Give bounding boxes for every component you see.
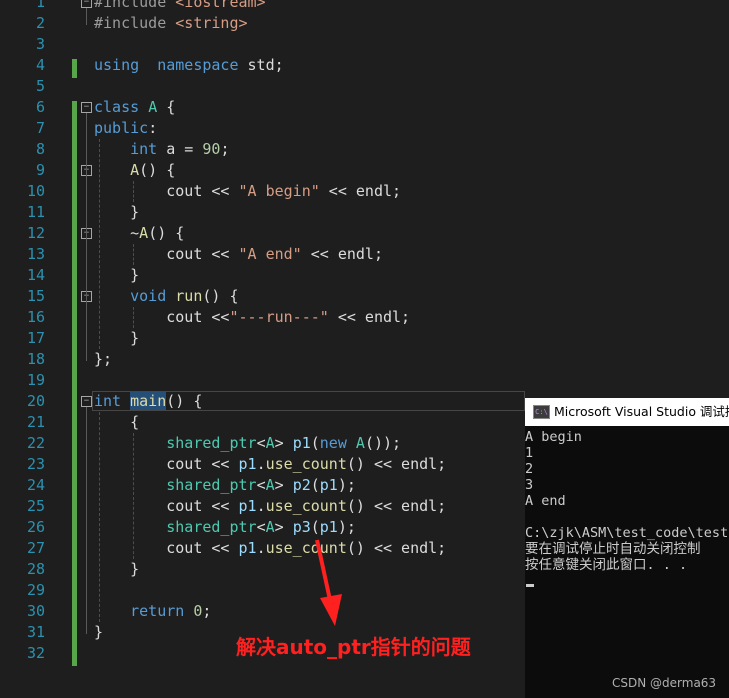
annotation-arrow-head xyxy=(320,594,342,626)
annotation-arrow xyxy=(315,539,342,626)
annotation-arrow-shaft xyxy=(315,539,332,601)
watermark: CSDN @derma63 xyxy=(612,676,717,690)
annotation-text: 解决auto_ptr指针的问题 xyxy=(236,635,471,659)
